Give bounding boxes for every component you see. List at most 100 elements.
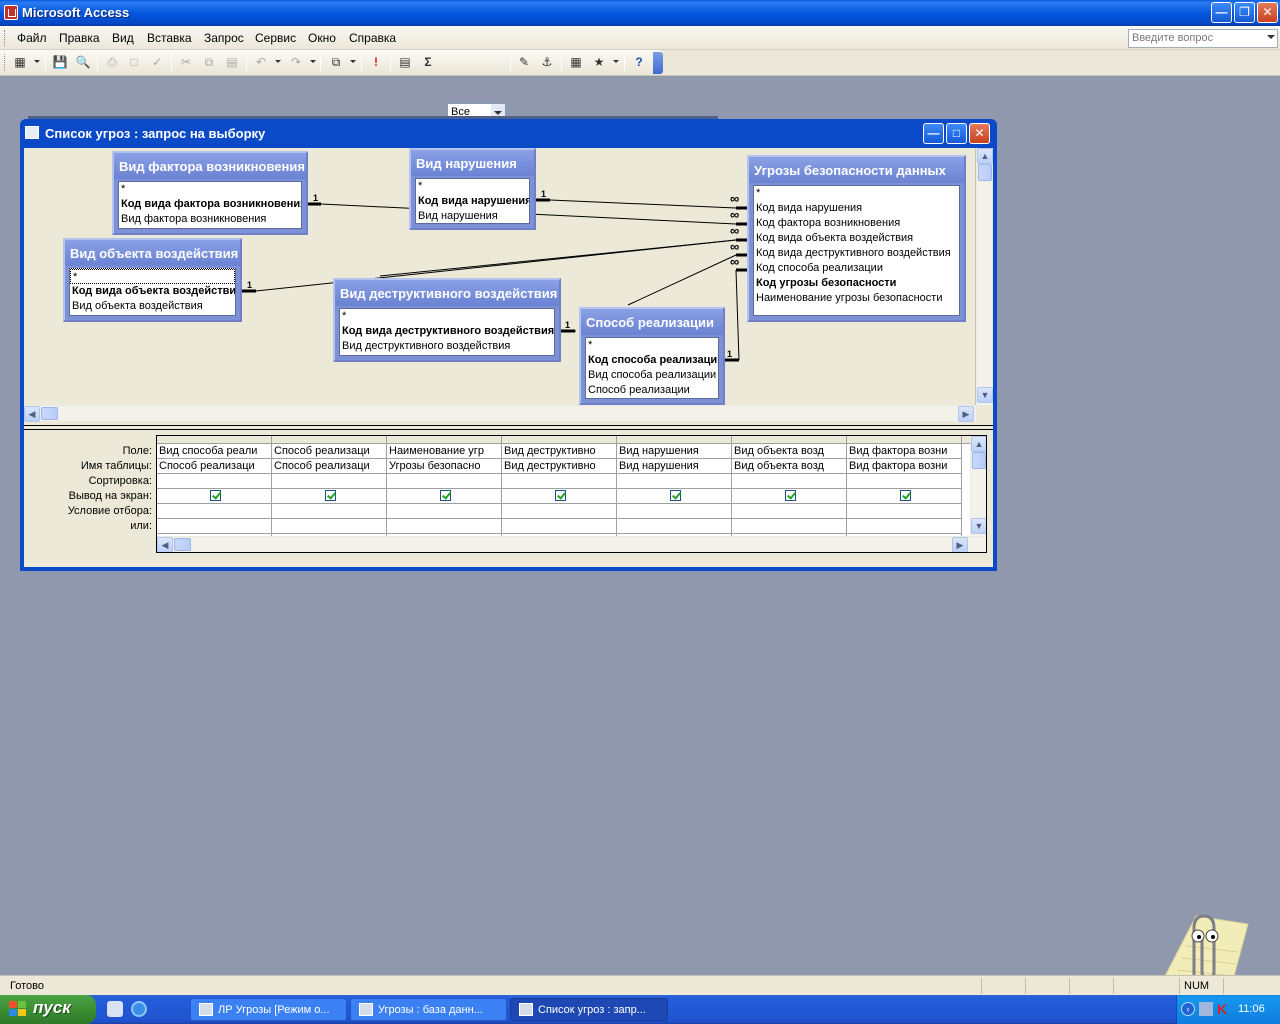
- field-list[interactable]: * Код вида нарушения Код фактора возникн…: [753, 185, 960, 316]
- field-item[interactable]: *: [416, 179, 529, 194]
- show-checkbox[interactable]: [554, 490, 566, 501]
- grid-column[interactable]: Вид нарушения Вид нарушения: [617, 436, 732, 536]
- grid-cell-table[interactable]: Угрозы безопасно: [387, 459, 501, 474]
- view-icon[interactable]: ▦: [11, 53, 29, 71]
- field-list[interactable]: * Код вида деструктивного воздействия Ви…: [339, 308, 555, 356]
- grid-cell-field[interactable]: Вид способа реали: [157, 444, 271, 459]
- grid-cell-sort[interactable]: [617, 474, 731, 489]
- field-item[interactable]: *: [754, 186, 959, 201]
- grid-cell-table[interactable]: Вид объекта возд: [732, 459, 846, 474]
- grid-cell-table[interactable]: Способ реализаци: [272, 459, 386, 474]
- search-icon[interactable]: 🔍: [74, 53, 92, 71]
- scroll-up-icon[interactable]: ▲: [977, 148, 993, 164]
- join-line[interactable]: [735, 269, 740, 361]
- column-selector[interactable]: [732, 436, 846, 444]
- grid-cell-criteria[interactable]: [617, 504, 731, 519]
- grid-cell-or[interactable]: [617, 519, 731, 534]
- grid-cell-show[interactable]: [732, 489, 846, 504]
- menu-file[interactable]: Файл: [17, 31, 47, 45]
- field-list-object-type[interactable]: Вид объекта воздействия * Код вида объек…: [63, 238, 242, 322]
- field-list-violation-type[interactable]: Вид нарушения * Код вида нарушения Вид н…: [409, 148, 536, 230]
- scroll-up-icon[interactable]: ▲: [971, 436, 986, 452]
- save-icon[interactable]: 💾: [51, 53, 69, 71]
- chevron-down-icon[interactable]: [275, 60, 281, 63]
- grid-cell-sort[interactable]: [272, 474, 386, 489]
- scrollbar-thumb[interactable]: [41, 407, 58, 420]
- show-checkbox[interactable]: [439, 490, 451, 501]
- chevron-down-icon[interactable]: [310, 60, 316, 63]
- grid-cell-criteria[interactable]: [502, 504, 616, 519]
- grid-column[interactable]: Вид фактора возни Вид фактора возни: [847, 436, 962, 536]
- grid-cell-sort[interactable]: [502, 474, 616, 489]
- field-list-title[interactable]: Вид деструктивного воздействия: [335, 280, 559, 306]
- field-item-primary-key[interactable]: Код способа реализации: [586, 353, 718, 368]
- field-item[interactable]: Вид нарушения: [416, 209, 529, 223]
- menu-tools[interactable]: Сервис: [255, 31, 296, 45]
- grid-cell-sort[interactable]: [387, 474, 501, 489]
- grid-cell-show[interactable]: [617, 489, 731, 504]
- field-item[interactable]: Вид фактора возникновения: [119, 212, 301, 227]
- access-app-icon[interactable]: [4, 5, 18, 20]
- grid-cell-or[interactable]: [157, 519, 271, 534]
- grid-vertical-scrollbar[interactable]: ▲ ▼: [970, 436, 986, 536]
- menu-view[interactable]: Вид: [112, 31, 134, 45]
- print-preview-icon[interactable]: □: [125, 53, 143, 71]
- scroll-left-icon[interactable]: ◀: [157, 537, 173, 552]
- toolbar-options-button[interactable]: [653, 52, 663, 74]
- show-checkbox[interactable]: [899, 490, 911, 501]
- grid-column[interactable]: Вид объекта возд Вид объекта возд: [732, 436, 847, 536]
- chevron-down-icon[interactable]: [350, 60, 356, 63]
- cut-icon[interactable]: ✂: [177, 53, 195, 71]
- join-line[interactable]: [379, 239, 737, 277]
- diagram-horizontal-scrollbar[interactable]: ◀ ▶: [24, 405, 976, 422]
- menu-edit[interactable]: Правка: [59, 31, 100, 45]
- join-line[interactable]: [627, 254, 737, 306]
- properties-icon[interactable]: ✎: [515, 53, 533, 71]
- scrollbar-thumb[interactable]: [174, 538, 191, 551]
- field-list-title[interactable]: Вид фактора возникновения: [114, 153, 306, 179]
- field-list-destructive-type[interactable]: Вид деструктивного воздействия * Код вид…: [333, 278, 561, 362]
- menu-window[interactable]: Окно: [308, 31, 336, 45]
- column-selector[interactable]: [387, 436, 501, 444]
- redo-icon[interactable]: ↷: [287, 53, 305, 71]
- scrollbar-thumb[interactable]: [978, 164, 992, 181]
- grid-cell-field[interactable]: Способ реализаци: [272, 444, 386, 459]
- field-item-primary-key[interactable]: Код вида объекта воздействия: [70, 284, 235, 299]
- database-window-icon[interactable]: ▦: [567, 53, 585, 71]
- chevron-down-icon[interactable]: [1267, 35, 1275, 39]
- field-item[interactable]: Наименование угрозы безопасности: [754, 291, 959, 306]
- field-item[interactable]: Код фактора возникновения: [754, 216, 959, 231]
- close-button[interactable]: ✕: [1257, 2, 1278, 23]
- paste-icon[interactable]: ▤: [223, 53, 241, 71]
- window-minimize-button[interactable]: —: [923, 123, 944, 144]
- grid-cell-show[interactable]: [157, 489, 271, 504]
- column-selector[interactable]: [157, 436, 271, 444]
- show-desktop-icon[interactable]: [107, 1001, 123, 1017]
- grid-cell-sort[interactable]: [157, 474, 271, 489]
- grid-cell-field[interactable]: Вид деструктивно: [502, 444, 616, 459]
- taskbar-button-database[interactable]: Угрозы : база данн...: [350, 998, 507, 1021]
- field-item[interactable]: Вид объекта воздействия: [70, 299, 235, 314]
- toolbar-grip[interactable]: [4, 54, 7, 71]
- grid-cell-or[interactable]: [502, 519, 616, 534]
- grid-cell-sort[interactable]: [847, 474, 961, 489]
- column-selector[interactable]: [847, 436, 961, 444]
- network-icon[interactable]: [1199, 1002, 1213, 1016]
- field-list[interactable]: * Код способа реализации Вид способа реа…: [585, 337, 719, 399]
- build-icon[interactable]: ⚓: [538, 53, 556, 71]
- new-object-icon[interactable]: ★: [590, 53, 608, 71]
- undo-icon[interactable]: ↶: [252, 53, 270, 71]
- menu-grip[interactable]: [4, 30, 7, 46]
- field-item[interactable]: *: [119, 182, 301, 197]
- grid-cell-or[interactable]: [732, 519, 846, 534]
- grid-cell-show[interactable]: [502, 489, 616, 504]
- menu-insert[interactable]: Вставка: [147, 31, 192, 45]
- grid-cell-field[interactable]: Вид нарушения: [617, 444, 731, 459]
- field-list[interactable]: * Код вида нарушения Вид нарушения: [415, 178, 530, 224]
- field-list-title[interactable]: Способ реализации: [581, 309, 723, 335]
- scroll-left-icon[interactable]: ◀: [24, 406, 40, 422]
- grid-column[interactable]: Вид деструктивно Вид деструктивно: [502, 436, 617, 536]
- minimize-button[interactable]: —: [1211, 2, 1232, 23]
- grid-cell-field[interactable]: Вид объекта возд: [732, 444, 846, 459]
- field-item[interactable]: Код вида объекта воздействия: [754, 231, 959, 246]
